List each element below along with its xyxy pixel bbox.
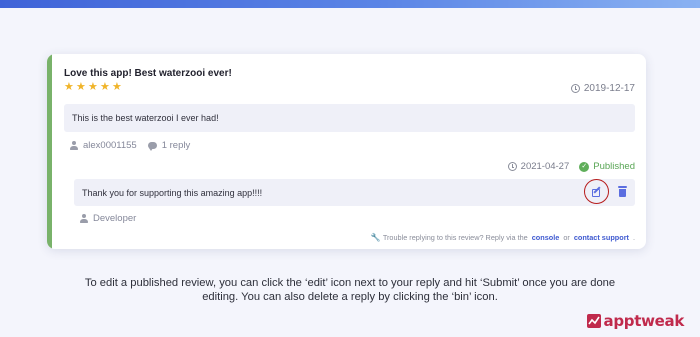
help-text-before: Trouble replying to this review? Reply v… bbox=[382, 233, 528, 242]
brand-logo: apptweak bbox=[586, 312, 685, 330]
status-badge: Published bbox=[593, 161, 635, 172]
caption-line-2: editing. You can also delete a reply by … bbox=[202, 291, 498, 303]
reply-author: Developer bbox=[93, 213, 137, 224]
caption: To edit a published review, you can clic… bbox=[30, 276, 670, 304]
contact-support-link[interactable]: contact support bbox=[574, 233, 629, 242]
wrench-icon: 🔧 bbox=[370, 232, 381, 242]
star-icon: ★ bbox=[100, 81, 110, 93]
bin-icon[interactable] bbox=[618, 186, 627, 197]
caption-line-1: To edit a published review, you can clic… bbox=[84, 277, 616, 289]
review-title: Love this app! Best waterzooi ever! bbox=[64, 68, 232, 79]
check-circle-icon: ✓ bbox=[579, 161, 590, 172]
star-icon: ★ bbox=[112, 81, 122, 93]
reply-status-row: 2021-04-27 ✓ Published bbox=[507, 161, 635, 172]
help-text-end: . bbox=[632, 233, 635, 242]
reply-text: Thank you for supporting this amazing ap… bbox=[82, 188, 263, 198]
apptweak-logo-icon bbox=[586, 314, 601, 328]
star-icon: ★ bbox=[64, 81, 74, 93]
reply-box: Thank you for supporting this amazing ap… bbox=[74, 179, 635, 206]
user-icon bbox=[80, 214, 88, 223]
brand-name: apptweak bbox=[603, 312, 685, 330]
replies-count: 1 reply bbox=[161, 140, 191, 151]
star-rating: ★ ★ ★ ★ ★ bbox=[64, 81, 122, 93]
star-icon: ★ bbox=[76, 81, 86, 93]
help-text-or: or bbox=[563, 233, 570, 242]
star-icon: ★ bbox=[88, 81, 98, 93]
edit-icon bbox=[591, 185, 602, 197]
edit-button[interactable] bbox=[584, 179, 609, 204]
reply-date: 2021-04-27 bbox=[520, 161, 570, 172]
user-icon bbox=[70, 141, 78, 150]
reply-author-row: Developer bbox=[80, 213, 136, 224]
review-card: Love this app! Best waterzooi ever! ★ ★ … bbox=[47, 54, 646, 249]
review-author: alex0001155 bbox=[83, 140, 137, 151]
review-date-text: 2019-12-17 bbox=[583, 83, 635, 94]
clock-icon bbox=[507, 162, 517, 171]
top-gradient-bar bbox=[0, 0, 700, 8]
console-link[interactable]: console bbox=[532, 233, 560, 242]
card-accent-bar bbox=[47, 54, 52, 249]
help-text: 🔧 Trouble replying to this review? Reply… bbox=[371, 233, 635, 242]
clock-icon bbox=[570, 84, 580, 93]
chat-bubble-icon bbox=[147, 142, 157, 151]
review-date: 2019-12-17 bbox=[570, 83, 635, 94]
review-meta: alex0001155 1 reply bbox=[70, 140, 190, 151]
review-body: This is the best waterzooi I ever had! bbox=[64, 104, 635, 132]
